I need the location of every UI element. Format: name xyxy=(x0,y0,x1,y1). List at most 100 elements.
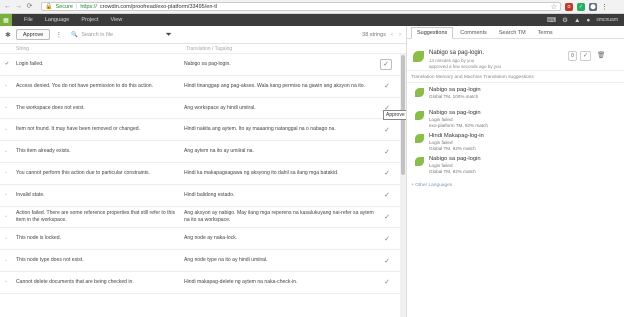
approve-check-icon[interactable]: ✓ xyxy=(384,213,390,221)
search-input[interactable]: 🔍 Search in file xyxy=(71,32,156,38)
menu-file[interactable]: File xyxy=(24,17,33,23)
translation-string[interactable]: Hindi ka makapagsagawa ng aksyong ito da… xyxy=(184,170,374,177)
source-column-header: String xyxy=(16,45,30,52)
source-string: Cannot delete documents that are being c… xyxy=(16,279,134,286)
translation-string[interactable]: Ang node type na ito ay hindi umiiral. xyxy=(184,257,374,264)
url-protocol: https:// xyxy=(80,3,97,10)
approve-check-icon[interactable]: ✓ xyxy=(384,235,390,243)
editor-toolbar: ✱ Approve ⋮ 🔍 Search in file ⏷ 38 string… xyxy=(0,26,406,44)
translation-string[interactable]: Hindi balidong estado. xyxy=(184,192,374,199)
string-list: ✔ Login failed. Nabigo sa pag-login. ✓ ▫ Acce… xyxy=(0,54,400,317)
table-row[interactable]: ▫ Invalid state. Hindi balidong estado. ✓ xyxy=(0,185,400,207)
back-icon[interactable]: ← xyxy=(4,3,11,10)
next-page-icon[interactable]: › xyxy=(399,32,401,38)
table-row[interactable]: ▫ Item not found. It may have been remove… xyxy=(0,119,400,142)
tab-comments[interactable]: Comments xyxy=(455,28,492,38)
source-string: This node type does not exist. xyxy=(16,257,84,264)
table-row[interactable]: ▫ This item already exists. Ang aytem na i… xyxy=(0,141,400,163)
untranslated-status-icon: ▫ xyxy=(5,104,7,111)
more-vertical-icon[interactable]: ⋮ xyxy=(55,31,62,39)
tab-suggestions[interactable]: Suggestions xyxy=(411,27,454,39)
separator: | xyxy=(75,3,78,10)
address-bar[interactable]: 🔒 Secure | https://crowdin.com/proofread… xyxy=(41,2,561,11)
tab-terms[interactable]: Terms xyxy=(533,28,558,38)
translation-string[interactable]: Ang workspace ay hindi umiiral. xyxy=(184,105,374,112)
untranslated-status-icon: ▫ xyxy=(5,213,7,220)
approve-check-icon[interactable]: ✓ xyxy=(384,257,390,265)
suggestion-item[interactable]: Nabigo sa pag-login Login failed exo-platf… xyxy=(407,106,624,129)
table-row[interactable]: ▫ Cannot delete documents that are being … xyxy=(0,272,400,294)
untranslated-status-icon: ▫ xyxy=(5,126,7,133)
approve-check-icon[interactable]: ✓ xyxy=(580,51,591,61)
tab-search-tm[interactable]: Search TM xyxy=(494,28,531,38)
extension-red-icon[interactable]: ⦸ xyxy=(565,2,573,11)
source-string: Invalid state. xyxy=(16,191,45,198)
translation-string[interactable]: Hindi makapag-delete ng aytem na naka-ch… xyxy=(184,279,374,286)
approve-check-icon[interactable]: ✓ xyxy=(384,148,390,156)
filter-icon[interactable]: ⏷ xyxy=(165,30,171,40)
table-row[interactable]: ▫ This node type does not exist. Ang node … xyxy=(0,250,400,272)
translation-string[interactable]: Ang node ay naka-lock. xyxy=(184,235,374,242)
suggestion-avatar xyxy=(415,134,424,143)
bookmark-star-icon[interactable]: ☆ xyxy=(551,3,557,11)
menu-view[interactable]: View xyxy=(110,17,122,23)
menu-project[interactable]: Project xyxy=(81,17,98,23)
extension-green-icon[interactable]: ✓ xyxy=(577,2,585,11)
translation-string[interactable]: Nabigo sa pag-login. xyxy=(184,61,374,68)
translation-string[interactable]: Ang aksyon ay nabigo. May ilang mga repe… xyxy=(184,210,374,223)
suggestion-source: Login failed xyxy=(429,163,453,168)
bell-icon[interactable]: ▲ xyxy=(574,17,580,24)
source-string: Access denied. You do not have permissio… xyxy=(16,82,154,89)
app-menubar: ▦ File Language Project View ⌨ ⚙ ▲ ● smc… xyxy=(0,14,624,26)
suggestion-item[interactable]: Hindi Makapag-log-in Login failed Global T… xyxy=(407,129,624,152)
table-row[interactable]: ▫ The workspace does not exist. Ang worksp… xyxy=(0,98,400,120)
trash-icon[interactable]: 🗑 xyxy=(597,51,605,59)
translation-string[interactable]: Hindi nakita ang aytem. Ito ay maaaring … xyxy=(184,126,374,133)
table-row[interactable]: ✔ Login failed. Nabigo sa pag-login. ✓ xyxy=(0,54,400,76)
previous-page-icon[interactable]: ‹ xyxy=(391,32,393,38)
suggestion-item[interactable]: Nabigo sa pag-login Global TM, 100% match xyxy=(407,83,624,106)
username[interactable]: smcnuam xyxy=(596,17,618,23)
untranslated-status-icon: ▫ xyxy=(5,148,7,155)
translation-string[interactable]: Ang aytem na ito ay umiiral na. xyxy=(184,148,374,155)
column-header: String Translation / Tagalog xyxy=(0,44,406,54)
menu-language[interactable]: Language xyxy=(45,17,69,23)
current-translation: Nabigo sa pag-login. 14 minutes ago by y… xyxy=(407,39,624,71)
suggestion-item[interactable]: Nabigo sa pag-login Login failed Global TM… xyxy=(407,152,624,175)
approve-check-icon[interactable]: ✓ xyxy=(384,169,390,177)
browser-menu-icon[interactable]: ⋮ xyxy=(601,3,608,11)
untranslated-status-icon: ▫ xyxy=(5,170,7,177)
untranslated-status-icon: ▫ xyxy=(5,83,7,90)
suggestion-match-meta: exo-platform TM, 92% match xyxy=(429,122,488,128)
source-string: This item already exists. xyxy=(16,148,71,155)
other-languages-link[interactable]: + Other Languages xyxy=(407,175,624,196)
table-row[interactable]: ▫ You cannot perform this action due to p… xyxy=(0,163,400,185)
untranslated-status-icon: ▫ xyxy=(5,192,7,199)
approve-check-icon[interactable]: ✓ xyxy=(380,58,392,70)
table-row[interactable]: ▫ Access denied. You do not have permissi… xyxy=(0,76,400,98)
approve-button[interactable]: Approve xyxy=(15,29,51,40)
asterisk-icon[interactable]: ✱ xyxy=(5,31,11,39)
suggestion-avatar xyxy=(415,157,424,166)
extension-blue-icon[interactable]: ⬤ xyxy=(589,2,597,11)
table-row[interactable]: ▫ Action failed. There are some reference… xyxy=(0,207,400,229)
source-string: This node is locked. xyxy=(16,235,62,242)
translation-string[interactable]: Hindi tinanggap ang pag-akses. Wala kang… xyxy=(184,83,374,90)
approve-check-icon[interactable]: ✓ xyxy=(384,191,390,199)
approve-check-icon[interactable]: ✓ xyxy=(384,126,390,134)
approval-meta: approved a few seconds ago by you xyxy=(429,63,502,69)
reload-icon[interactable]: ⟳ xyxy=(26,3,33,10)
untranslated-status-icon: ▫ xyxy=(5,235,7,242)
suggestion-match-meta: Global TM, 92% match xyxy=(429,145,476,151)
keyboard-icon[interactable]: ⌨ xyxy=(547,16,556,24)
table-row[interactable]: ▫ This node is locked. Ang node ay naka-lo… xyxy=(0,228,400,251)
crowdin-logo-icon[interactable]: ▦ xyxy=(0,14,12,26)
approve-check-icon[interactable]: ✓ xyxy=(384,82,390,90)
gear-icon[interactable]: ⚙ xyxy=(562,16,568,24)
approve-check-icon[interactable]: ✓ xyxy=(384,278,390,286)
avatar[interactable]: ● xyxy=(586,17,590,24)
suggestion-avatar xyxy=(415,88,424,97)
current-translation-text: Nabigo sa pag-login. xyxy=(429,50,485,56)
forward-icon[interactable]: → xyxy=(15,3,22,10)
url-path: crowdin.com/proofread/exo-platform/33495… xyxy=(99,3,217,10)
